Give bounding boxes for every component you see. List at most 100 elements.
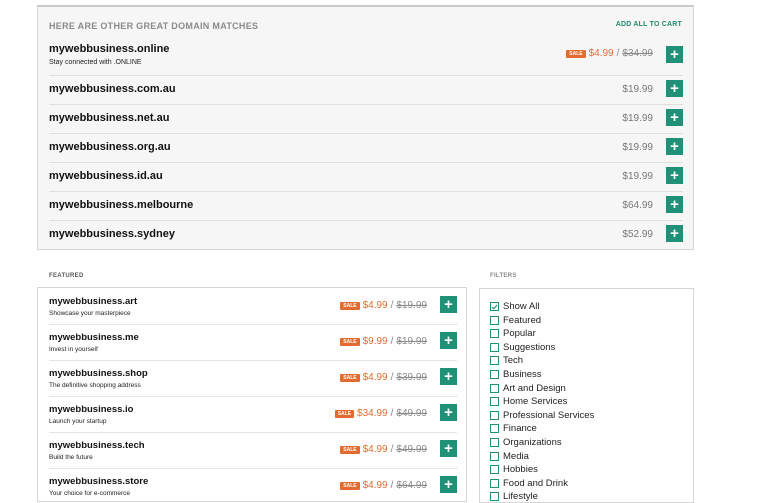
price-separator: / bbox=[390, 300, 394, 311]
domain-description: Build the future bbox=[49, 454, 93, 461]
add-all-to-cart-link[interactable]: ADD ALL TO CART bbox=[616, 21, 682, 28]
filter-business[interactable]: Business bbox=[490, 369, 542, 380]
filter-label: Art and Design bbox=[503, 382, 566, 394]
add-to-cart-button[interactable]: + bbox=[666, 46, 683, 63]
filter-professional-services[interactable]: Professional Services bbox=[490, 410, 594, 421]
checkbox[interactable] bbox=[490, 465, 499, 475]
price-separator: / bbox=[390, 372, 394, 383]
filter-show-all[interactable]: Show All bbox=[490, 301, 539, 312]
filter-label: Business bbox=[503, 369, 542, 380]
filter-label: Food and Drink bbox=[503, 477, 568, 489]
filter-lifestyle[interactable]: Lifestyle bbox=[490, 491, 538, 502]
checkbox[interactable] bbox=[490, 478, 499, 488]
checkbox[interactable] bbox=[490, 424, 499, 434]
domain-name: mywebbusiness.sydney bbox=[49, 228, 175, 240]
plus-icon: + bbox=[670, 80, 679, 97]
add-to-cart-button[interactable]: + bbox=[440, 332, 457, 349]
add-to-cart-button[interactable]: + bbox=[666, 167, 683, 184]
checkbox[interactable] bbox=[490, 438, 499, 447]
domain-name: mywebbusiness.melbourne bbox=[49, 199, 194, 211]
filter-label: Popular bbox=[503, 328, 536, 340]
checkbox-checked[interactable] bbox=[490, 302, 499, 311]
sale-price: $4.99 bbox=[362, 444, 388, 455]
filter-label: Media bbox=[503, 450, 529, 462]
domain-name: mywebbusiness.store bbox=[49, 476, 149, 487]
price: $19.99 bbox=[622, 84, 653, 95]
featured-domain-row: mywebbusiness.art Showcase your masterpi… bbox=[49, 288, 457, 325]
other-domain-matches-panel: HERE ARE OTHER GREAT DOMAIN MATCHES ADD … bbox=[37, 5, 694, 250]
add-to-cart-button[interactable]: + bbox=[440, 296, 457, 313]
checkbox[interactable] bbox=[490, 315, 499, 325]
original-price: $49.99 bbox=[396, 408, 427, 419]
featured-domain-row: mywebbusiness.tech Build the future SALE… bbox=[49, 432, 457, 469]
checkbox[interactable] bbox=[490, 329, 499, 339]
filter-media[interactable]: Media bbox=[490, 451, 529, 462]
price: $64.99 bbox=[622, 200, 653, 211]
add-to-cart-button[interactable]: + bbox=[666, 138, 683, 155]
domain-price: $19.99 bbox=[622, 171, 653, 182]
add-to-cart-button[interactable]: + bbox=[440, 368, 457, 385]
domain-row: mywebbusiness.com.au $19.99 + bbox=[49, 75, 683, 105]
domain-row: mywebbusiness.org.au $19.99 + bbox=[49, 133, 683, 163]
filters-label: FILTERS bbox=[490, 273, 517, 279]
plus-icon: + bbox=[670, 167, 679, 184]
filter-label: Finance bbox=[503, 423, 537, 435]
sale-badge: SALE bbox=[340, 481, 360, 490]
add-to-cart-button[interactable]: + bbox=[666, 109, 683, 126]
price: $19.99 bbox=[622, 113, 653, 124]
original-price: $19.99 bbox=[396, 300, 427, 311]
filter-organizations[interactable]: Organizations bbox=[490, 437, 562, 448]
filter-finance[interactable]: Finance bbox=[490, 423, 537, 434]
filter-featured[interactable]: Featured bbox=[490, 315, 541, 326]
domain-name: mywebbusiness.org.au bbox=[49, 141, 171, 153]
plus-icon: + bbox=[670, 109, 679, 126]
checkbox[interactable] bbox=[490, 492, 499, 502]
add-to-cart-button[interactable]: + bbox=[666, 80, 683, 97]
filter-hobbies[interactable]: Hobbies bbox=[490, 464, 538, 475]
add-to-cart-button[interactable]: + bbox=[666, 196, 683, 213]
price: $19.99 bbox=[622, 142, 653, 153]
original-price: $39.99 bbox=[396, 372, 427, 383]
filter-popular[interactable]: Popular bbox=[490, 328, 536, 339]
filter-suggestions[interactable]: Suggestions bbox=[490, 342, 555, 353]
plus-icon: + bbox=[444, 296, 453, 313]
price-separator: / bbox=[616, 48, 620, 59]
original-price: $49.99 bbox=[396, 444, 427, 455]
checkbox[interactable] bbox=[490, 410, 499, 420]
sale-badge: SALE bbox=[340, 301, 360, 310]
filter-art-and-design[interactable]: Art and Design bbox=[490, 383, 566, 394]
checkbox[interactable] bbox=[490, 356, 499, 366]
filter-label: Tech bbox=[503, 355, 524, 367]
sale-price: $34.99 bbox=[357, 408, 388, 419]
add-to-cart-button[interactable]: + bbox=[440, 476, 457, 493]
domain-price: $64.99 bbox=[622, 200, 653, 211]
domain-name: mywebbusiness.art bbox=[49, 296, 138, 307]
filter-tech[interactable]: Tech bbox=[490, 355, 523, 366]
add-to-cart-button[interactable]: + bbox=[440, 440, 457, 457]
checkbox[interactable] bbox=[490, 342, 499, 352]
price-separator: / bbox=[390, 480, 394, 491]
original-price: $34.99 bbox=[622, 48, 653, 59]
plus-icon: + bbox=[444, 404, 453, 421]
featured-domain-row: mywebbusiness.shop The definitive shoppi… bbox=[49, 360, 457, 397]
domain-description: Showcase your masterpiece bbox=[49, 310, 131, 317]
filters-panel: Show All Featured Popular Suggestions Te… bbox=[479, 288, 694, 503]
sale-price: $9.99 bbox=[362, 336, 388, 347]
domain-description: Stay connected with .ONLINE bbox=[49, 59, 142, 66]
add-to-cart-button[interactable]: + bbox=[666, 225, 683, 242]
featured-panel: mywebbusiness.art Showcase your masterpi… bbox=[37, 287, 467, 502]
checkbox[interactable] bbox=[490, 383, 499, 393]
check-icon bbox=[491, 304, 498, 310]
domain-price: SALE $9.99 / $19.99 bbox=[340, 336, 427, 347]
filter-home-services[interactable]: Home Services bbox=[490, 396, 567, 407]
filter-label: Professional Services bbox=[503, 409, 595, 421]
checkbox[interactable] bbox=[490, 370, 499, 379]
checkbox[interactable] bbox=[490, 451, 499, 461]
filter-food-and-drink[interactable]: Food and Drink bbox=[490, 478, 568, 489]
checkbox[interactable] bbox=[490, 397, 499, 407]
domain-row: mywebbusiness.online Stay connected with… bbox=[49, 38, 683, 76]
domain-name: mywebbusiness.com.au bbox=[49, 83, 176, 95]
sale-price: $4.99 bbox=[362, 372, 388, 383]
add-to-cart-button[interactable]: + bbox=[440, 404, 457, 421]
plus-icon: + bbox=[670, 196, 679, 213]
